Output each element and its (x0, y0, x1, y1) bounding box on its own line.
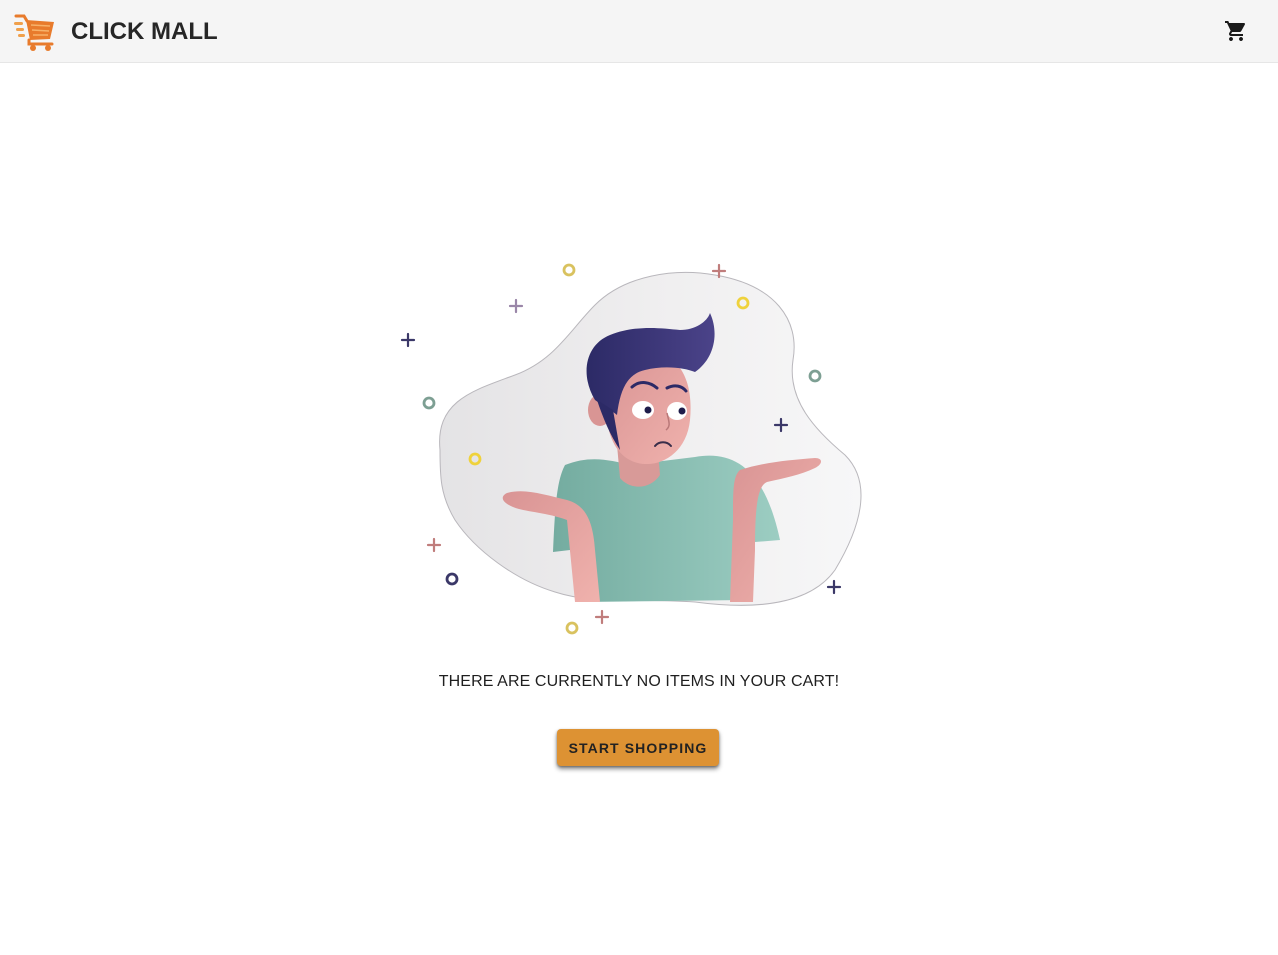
cart-button[interactable] (1220, 15, 1252, 47)
start-shopping-button[interactable]: START SHOPPING (557, 729, 719, 766)
empty-cart-message: THERE ARE CURRENTLY NO ITEMS IN YOUR CAR… (438, 673, 840, 690)
shopping-cart-logo-icon (14, 14, 54, 51)
app-bar: CLICK MALL (0, 0, 1278, 63)
brand-name: CLICK MALL (71, 18, 218, 45)
shopping-cart-icon (1225, 21, 1246, 41)
shrugging-person-illustration (400, 263, 862, 635)
brand-home-link[interactable]: CLICK MALL (14, 13, 218, 51)
